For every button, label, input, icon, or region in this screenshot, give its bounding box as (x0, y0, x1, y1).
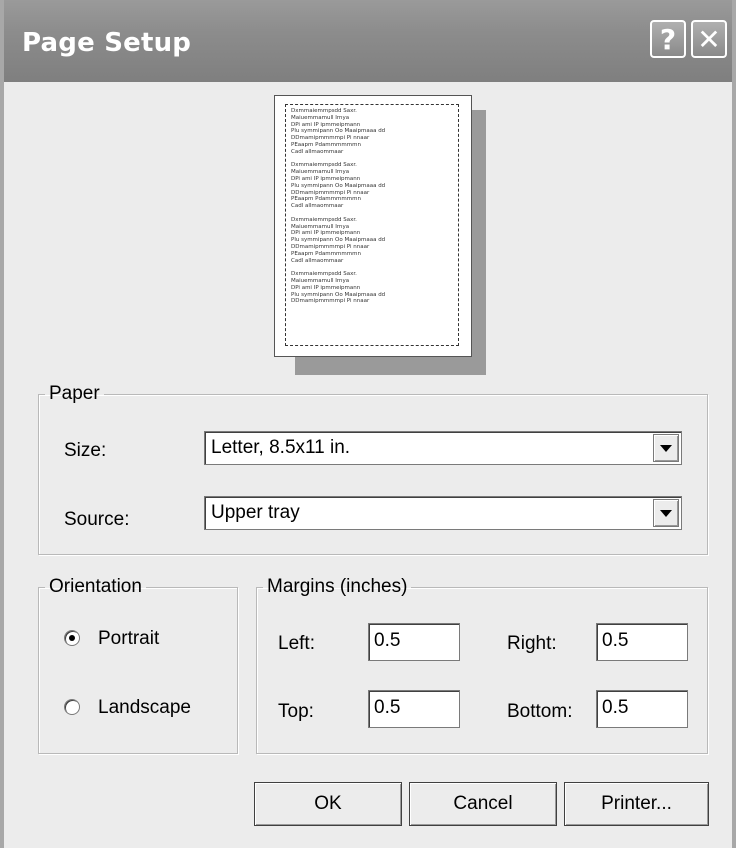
ok-button[interactable]: OK (254, 782, 402, 826)
size-label: Size: (64, 440, 107, 461)
preview-line: Plu symmipann Oo Maaipmaaa dd (291, 237, 386, 244)
left-margin-value: 0.5 (374, 630, 401, 651)
window-title: Page Setup (22, 28, 192, 58)
left-margin-input[interactable]: 0.5 (368, 623, 460, 661)
preview-line (291, 210, 453, 217)
orientation-legend: Orientation (49, 576, 142, 597)
page-preview: Dxmmaiemmpsdd Saxr. Maiuemmamull Irnya DPi… (274, 95, 472, 357)
portrait-label[interactable]: Portrait (98, 628, 159, 650)
right-margin-label: Right: (507, 633, 557, 654)
cancel-button[interactable]: Cancel (409, 782, 557, 826)
preview-line: DPi ami IP ipmmeipmann (291, 284, 361, 291)
preview-line: Maiuemmamull Irnya (291, 169, 350, 176)
preview-line: DDmamipmmmmpi Pi nnaar (291, 243, 370, 250)
size-select-value: Letter, 8.5x11 in. (211, 437, 351, 458)
preview-line: Cadl allmaommaar (291, 203, 344, 210)
bottom-margin-input[interactable]: 0.5 (596, 690, 688, 728)
help-icon: ? (659, 22, 677, 56)
help-button[interactable]: ? (650, 20, 686, 58)
title-bar[interactable]: Page Setup ? ✕ (4, 0, 732, 82)
printer-button-label: Printer... (601, 793, 672, 814)
preview-line: DPi ami IP ipmmeipmann (291, 230, 361, 237)
close-button[interactable]: ✕ (691, 20, 727, 58)
orientation-group: Orientation (38, 576, 238, 754)
chevron-down-icon (660, 509, 672, 517)
right-margin-input[interactable]: 0.5 (596, 623, 688, 661)
left-margin-label: Left: (278, 633, 315, 654)
ok-button-label: OK (314, 793, 342, 814)
radio-selected-dot (69, 635, 75, 641)
bottom-margin-label: Bottom: (507, 701, 573, 722)
preview-line: Plu symmipann Oo Maaipmaaa dd (291, 291, 386, 298)
preview-line: Dxmmaiemmpsdd Saxr. (291, 108, 357, 114)
preview-line: Dxmmaiemmpsdd Saxr. (291, 162, 357, 169)
preview-line: Plu symmipann Oo Maaipmaaa dd (291, 182, 386, 189)
preview-line: DPi ami IP ipmmeipmann (291, 121, 361, 128)
preview-line (291, 264, 453, 271)
preview-line: PEaapm Pdammmmmmn (291, 196, 361, 203)
top-margin-value: 0.5 (374, 697, 401, 718)
source-label: Source: (64, 509, 130, 530)
margins-legend: Margins (inches) (267, 576, 408, 597)
preview-line (291, 156, 453, 163)
preview-line: PEaapm Pdammmmmmn (291, 250, 361, 257)
paper-legend: Paper (49, 383, 100, 404)
preview-line: Cadl allmaommaar (291, 257, 344, 264)
preview-line: DDmamipmmmmpi Pi nnaar (291, 135, 370, 142)
preview-line: Dxmmaiemmpsdd Saxr. (291, 216, 357, 223)
top-margin-input[interactable]: 0.5 (368, 690, 460, 728)
portrait-radio[interactable] (64, 630, 80, 646)
preview-line: Cadl allmaommaar (291, 148, 344, 155)
landscape-radio[interactable] (64, 699, 80, 715)
landscape-label[interactable]: Landscape (98, 697, 191, 719)
preview-text: Dxmmaiemmpsdd Saxr. Maiuemmamull Irnya DPi… (291, 108, 453, 348)
source-dropdown-button[interactable] (653, 499, 679, 527)
source-select[interactable]: Upper tray (204, 496, 682, 530)
size-dropdown-button[interactable] (653, 434, 679, 462)
top-margin-label: Top: (278, 701, 314, 722)
printer-button[interactable]: Printer... (564, 782, 709, 826)
preview-line: Maiuemmamull Irnya (291, 277, 350, 284)
preview-line: Plu symmipann Oo Maaipmaaa dd (291, 128, 386, 135)
chevron-down-icon (660, 444, 672, 452)
preview-line: DDmamipmmmmpi Pi nnaar (291, 189, 370, 196)
preview-line: Maiuemmamull Irnya (291, 223, 350, 230)
source-select-value: Upper tray (211, 502, 300, 523)
bottom-margin-value: 0.5 (602, 697, 629, 718)
cancel-button-label: Cancel (453, 793, 513, 814)
right-margin-value: 0.5 (602, 630, 629, 651)
preview-line: DDmamipmmmmpi Pi nnaar (291, 298, 370, 305)
preview-line: Dxmmaiemmpsdd Saxr. (291, 271, 357, 278)
close-icon: ✕ (697, 22, 721, 56)
preview-line: PEaapm Pdammmmmmn (291, 141, 361, 148)
preview-line: DPi ami IP ipmmeipmann (291, 175, 361, 182)
preview-line: Maiuemmamull Irnya (291, 114, 350, 121)
size-select[interactable]: Letter, 8.5x11 in. (204, 431, 682, 465)
